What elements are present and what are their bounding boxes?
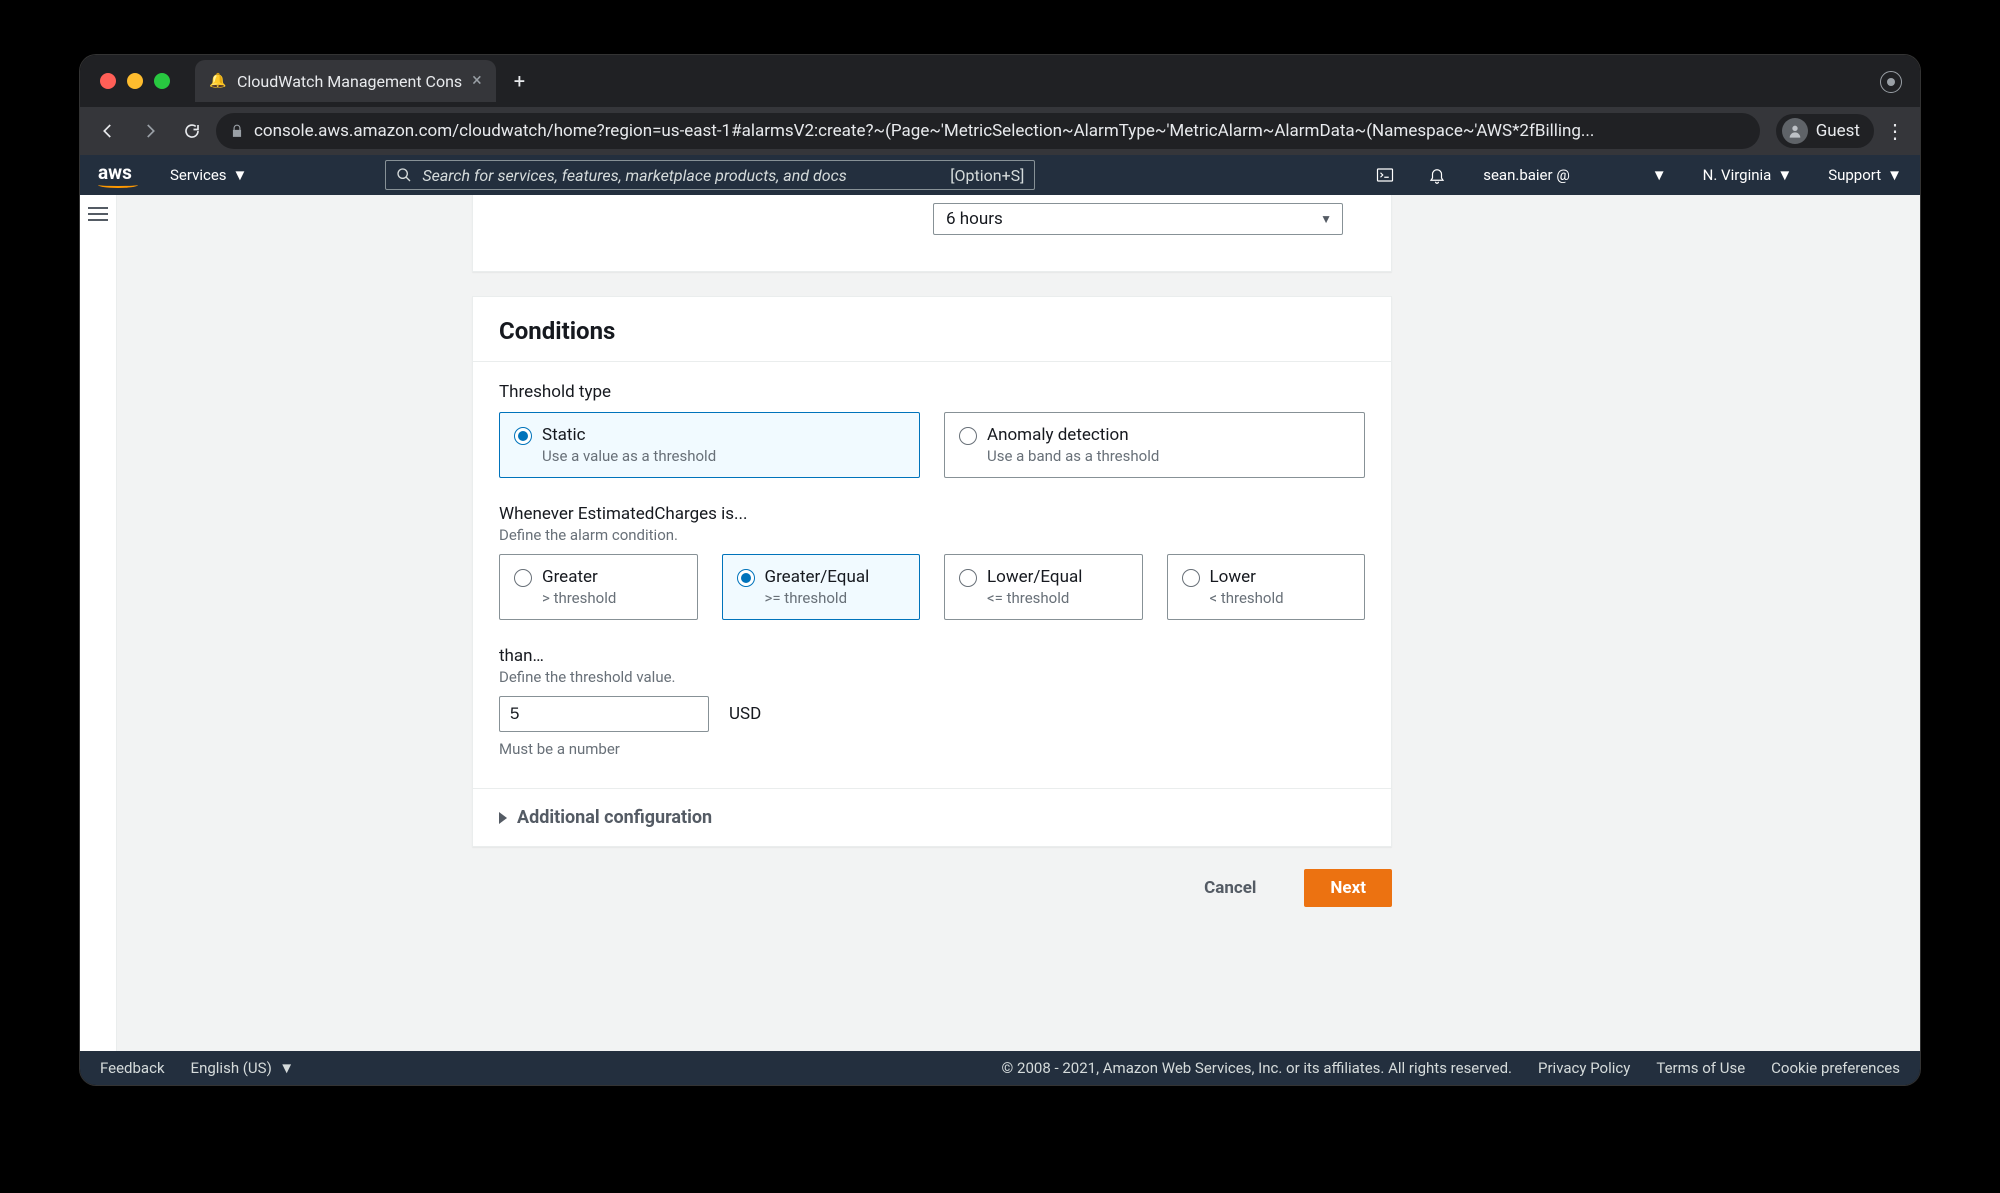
nav-back-button[interactable]	[90, 113, 126, 149]
terms-link[interactable]: Terms of Use	[1656, 1059, 1745, 1077]
chevron-down-icon: ▼	[1777, 166, 1792, 184]
tile-label: Lower	[1210, 567, 1351, 587]
account-label: sean.baier @	[1483, 166, 1570, 184]
tile-label: Anomaly detection	[987, 425, 1350, 445]
address-bar[interactable]: console.aws.amazon.com/cloudwatch/home?r…	[216, 113, 1760, 149]
chevron-down-icon: ▼	[1887, 166, 1902, 184]
threshold-value-input[interactable]	[499, 696, 709, 732]
notifications-icon[interactable]	[1427, 165, 1447, 185]
operator-lower[interactable]: Lower < threshold	[1167, 554, 1366, 620]
whenever-help: Define the alarm condition.	[499, 526, 1365, 544]
tile-label: Lower/Equal	[987, 567, 1128, 587]
browser-menu-button[interactable]: ⋮	[1880, 119, 1910, 143]
tile-label: Static	[542, 425, 905, 445]
cancel-button[interactable]: Cancel	[1178, 869, 1282, 907]
threshold-type-anomaly[interactable]: Anomaly detection Use a band as a thresh…	[944, 412, 1365, 478]
search-shortcut: [Option+S]	[950, 166, 1024, 185]
page-body: 6 hours ▼ Conditions Threshold type Stat…	[80, 195, 1920, 1051]
tile-desc: < threshold	[1210, 589, 1351, 607]
tile-desc: Use a band as a threshold	[987, 447, 1350, 465]
support-label: Support	[1828, 166, 1881, 184]
caret-right-icon	[499, 812, 507, 824]
conditions-card: Conditions Threshold type Static Use a v…	[472, 296, 1392, 847]
feedback-link[interactable]: Feedback	[100, 1059, 165, 1077]
browser-toolbar: console.aws.amazon.com/cloudwatch/home?r…	[80, 107, 1920, 155]
region-label: N. Virginia	[1703, 166, 1772, 184]
url-text: console.aws.amazon.com/cloudwatch/home?r…	[254, 121, 1594, 141]
radio-icon	[737, 569, 755, 587]
nav-forward-button[interactable]	[132, 113, 168, 149]
language-selector[interactable]: English (US) ▼	[191, 1059, 295, 1077]
tile-desc: > threshold	[542, 589, 683, 607]
window-close-button[interactable]	[100, 73, 116, 89]
threshold-type-label: Threshold type	[499, 382, 1365, 402]
tab-title: CloudWatch Management Cons	[237, 72, 462, 91]
window-minimize-button[interactable]	[127, 73, 143, 89]
sidebar-collapsed	[80, 195, 117, 1051]
tile-desc: Use a value as a threshold	[542, 447, 905, 465]
console-footer: Feedback English (US) ▼ © 2008 - 2021, A…	[80, 1051, 1920, 1085]
avatar-icon	[1782, 118, 1808, 144]
radio-icon	[514, 427, 532, 445]
sidebar-toggle-button[interactable]	[88, 207, 108, 221]
radio-icon	[959, 569, 977, 587]
than-label: than…	[499, 646, 1365, 666]
whenever-label: Whenever EstimatedCharges is...	[499, 504, 1365, 524]
new-tab-button[interactable]: +	[514, 69, 525, 93]
operator-lower-equal[interactable]: Lower/Equal <= threshold	[944, 554, 1143, 620]
support-menu[interactable]: Support ▼	[1828, 166, 1902, 184]
tile-desc: <= threshold	[987, 589, 1128, 607]
radio-icon	[959, 427, 977, 445]
region-menu[interactable]: N. Virginia ▼	[1703, 166, 1793, 184]
window-maximize-button[interactable]	[154, 73, 170, 89]
copyright-text: © 2008 - 2021, Amazon Web Services, Inc.…	[1002, 1059, 1512, 1077]
incognito-indicator-icon[interactable]	[1880, 71, 1902, 93]
than-help: Define the threshold value.	[499, 668, 1365, 686]
tile-desc: >= threshold	[765, 589, 906, 607]
additional-configuration-toggle[interactable]: Additional configuration	[473, 788, 1391, 846]
profile-button[interactable]: Guest	[1776, 114, 1874, 148]
threshold-unit: USD	[729, 704, 761, 724]
period-select[interactable]: 6 hours ▼	[933, 203, 1343, 235]
additional-configuration-label: Additional configuration	[517, 807, 712, 828]
services-label: Services	[170, 166, 227, 184]
than-hint: Must be a number	[499, 740, 1365, 758]
services-menu[interactable]: Services ▼	[170, 166, 247, 184]
conditions-title: Conditions	[473, 297, 1391, 362]
operator-greater[interactable]: Greater > threshold	[499, 554, 698, 620]
tab-favicon-icon: 🔔	[209, 72, 227, 90]
chevron-down-icon: ▼	[1320, 212, 1332, 226]
radio-icon	[1182, 569, 1200, 587]
search-icon	[396, 167, 412, 183]
lock-icon	[230, 124, 244, 138]
threshold-type-static[interactable]: Static Use a value as a threshold	[499, 412, 920, 478]
browser-tabbar: 🔔 CloudWatch Management Cons × +	[80, 55, 1920, 107]
tab-close-button[interactable]: ×	[472, 72, 482, 90]
chevron-down-icon: ▼	[1652, 166, 1667, 184]
metric-card: 6 hours ▼	[472, 195, 1392, 272]
tile-label: Greater/Equal	[765, 567, 906, 587]
chevron-down-icon: ▼	[233, 166, 248, 184]
form-actions: Cancel Next	[472, 869, 1392, 907]
profile-label: Guest	[1816, 121, 1860, 141]
search-placeholder: Search for services, features, marketpla…	[422, 166, 846, 185]
aws-topnav: aws Services ▼ Search for services, feat…	[80, 155, 1920, 195]
nav-reload-button[interactable]	[174, 113, 210, 149]
period-value: 6 hours	[946, 209, 1003, 229]
radio-icon	[514, 569, 532, 587]
account-menu[interactable]: sean.baier @ ▼	[1483, 166, 1666, 184]
operator-greater-equal[interactable]: Greater/Equal >= threshold	[722, 554, 921, 620]
cookies-link[interactable]: Cookie preferences	[1771, 1059, 1900, 1077]
global-search[interactable]: Search for services, features, marketpla…	[385, 160, 1035, 190]
window-controls	[100, 73, 170, 89]
tile-label: Greater	[542, 567, 683, 587]
cloudshell-icon[interactable]	[1375, 165, 1395, 185]
privacy-link[interactable]: Privacy Policy	[1538, 1059, 1630, 1077]
next-button[interactable]: Next	[1304, 869, 1392, 907]
aws-logo[interactable]: aws	[98, 163, 138, 188]
browser-tab[interactable]: 🔔 CloudWatch Management Cons ×	[195, 60, 496, 102]
